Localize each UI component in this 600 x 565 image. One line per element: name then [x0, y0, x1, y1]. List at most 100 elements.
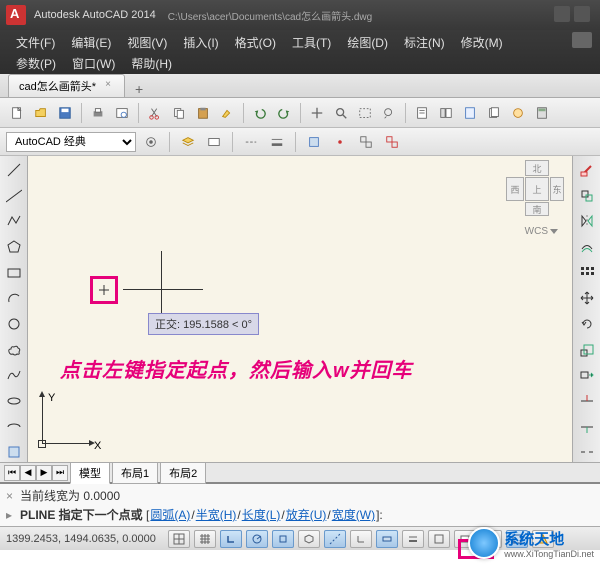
new-tab-icon[interactable]: +	[131, 81, 147, 97]
search-icon[interactable]	[554, 6, 570, 22]
cmd-opt-halfwidth[interactable]: 半宽(H)	[196, 508, 237, 522]
dyn-toggle[interactable]	[376, 530, 398, 548]
lineweight-icon[interactable]	[266, 131, 288, 153]
menu-help[interactable]: 帮助(H)	[123, 53, 180, 74]
ungroup-icon[interactable]	[381, 131, 403, 153]
scale-icon[interactable]	[577, 340, 597, 360]
help-icon[interactable]	[574, 6, 590, 22]
block-icon[interactable]	[303, 131, 325, 153]
tab-last-icon[interactable]: ⏭	[52, 465, 68, 481]
tab-next-icon[interactable]: ▶	[36, 465, 52, 481]
osnap-toggle[interactable]	[272, 530, 294, 548]
viewcube-north[interactable]: 北	[525, 160, 549, 176]
move-icon[interactable]	[577, 288, 597, 308]
ellipse-icon[interactable]	[4, 391, 24, 411]
linetype-icon[interactable]	[240, 131, 262, 153]
pan-icon[interactable]	[306, 102, 328, 124]
stretch-icon[interactable]	[577, 365, 597, 385]
spline-icon[interactable]	[4, 365, 24, 385]
drawing-canvas[interactable]: 上 西 东 北 南 WCS 正交: 195.1588 < 0° 点击左键指定起点…	[28, 156, 572, 462]
menu-modify[interactable]: 修改(M)	[453, 32, 511, 53]
menu-file[interactable]: 文件(F)	[8, 32, 63, 53]
minimize-ribbon-icon[interactable]	[572, 32, 592, 48]
insert-block-icon[interactable]	[4, 442, 24, 462]
3dosnap-toggle[interactable]	[298, 530, 320, 548]
workspace-settings-icon[interactable]	[140, 131, 162, 153]
sheet-set-icon[interactable]	[483, 102, 505, 124]
markup-icon[interactable]	[507, 102, 529, 124]
design-center-icon[interactable]	[435, 102, 457, 124]
menu-format[interactable]: 格式(O)	[227, 32, 284, 53]
menu-edit[interactable]: 编辑(E)	[63, 32, 119, 53]
extend-icon[interactable]	[577, 417, 597, 437]
file-tab[interactable]: cad怎么画箭头* ×	[8, 74, 125, 97]
otrack-toggle[interactable]	[324, 530, 346, 548]
revcloud-icon[interactable]	[4, 340, 24, 360]
tpy-toggle[interactable]	[428, 530, 450, 548]
cmd-opt-length[interactable]: 长度(L)	[242, 508, 281, 522]
array-icon[interactable]	[577, 263, 597, 283]
grid-toggle[interactable]	[194, 530, 216, 548]
arc-icon[interactable]	[4, 288, 24, 308]
match-props-icon[interactable]	[216, 102, 238, 124]
viewcube-south[interactable]: 南	[525, 202, 549, 216]
group-icon[interactable]	[355, 131, 377, 153]
point-style-icon[interactable]	[329, 131, 351, 153]
menu-tools[interactable]: 工具(T)	[284, 32, 339, 53]
command-line[interactable]: × 当前线宽为 0.0000 ▸ PLINE 指定下一个点或 [圆弧(A)/半宽…	[0, 482, 600, 526]
line-icon[interactable]	[4, 160, 24, 180]
tab-layout1[interactable]: 布局1	[112, 462, 158, 484]
zoom-window-icon[interactable]	[354, 102, 376, 124]
undo-icon[interactable]	[249, 102, 271, 124]
ducs-toggle[interactable]	[350, 530, 372, 548]
zoom-previous-icon[interactable]	[378, 102, 400, 124]
rectangle-icon[interactable]	[4, 263, 24, 283]
cmd-expand-icon[interactable]: ×	[6, 489, 20, 503]
layer-icon[interactable]	[177, 131, 199, 153]
tab-prev-icon[interactable]: ◀	[20, 465, 36, 481]
copy-icon[interactable]	[168, 102, 190, 124]
xline-icon[interactable]	[4, 186, 24, 206]
workspace-select[interactable]: AutoCAD 经典	[6, 132, 136, 152]
snap-toggle[interactable]	[168, 530, 190, 548]
zoom-icon[interactable]	[330, 102, 352, 124]
cut-icon[interactable]	[144, 102, 166, 124]
plot-preview-icon[interactable]	[111, 102, 133, 124]
menu-parametric[interactable]: 参数(P)	[8, 53, 64, 74]
redo-icon[interactable]	[273, 102, 295, 124]
tab-layout2[interactable]: 布局2	[160, 462, 206, 484]
lwt-toggle[interactable]	[402, 530, 424, 548]
ellipse-arc-icon[interactable]	[4, 417, 24, 437]
wcs-indicator[interactable]: WCS	[525, 226, 558, 237]
menu-dimension[interactable]: 标注(N)	[396, 32, 453, 53]
break-icon[interactable]	[577, 442, 597, 462]
tab-model[interactable]: 模型	[70, 462, 110, 484]
tab-first-icon[interactable]: ⏮	[4, 465, 20, 481]
coordinates[interactable]: 1399.2453, 1494.0635, 0.0000	[6, 533, 156, 545]
cmd-opt-width[interactable]: 宽度(W)	[332, 508, 375, 522]
polar-toggle[interactable]	[246, 530, 268, 548]
ortho-toggle[interactable]	[220, 530, 242, 548]
menu-insert[interactable]: 插入(I)	[175, 32, 226, 53]
menu-draw[interactable]: 绘图(D)	[339, 32, 396, 53]
print-icon[interactable]	[87, 102, 109, 124]
cmd-opt-arc[interactable]: 圆弧(A)	[150, 508, 190, 522]
viewcube-east[interactable]: 东	[550, 177, 564, 201]
new-icon[interactable]	[6, 102, 28, 124]
polygon-icon[interactable]	[4, 237, 24, 257]
polyline-icon[interactable]	[4, 211, 24, 231]
layer-props-icon[interactable]	[203, 131, 225, 153]
properties-icon[interactable]	[411, 102, 433, 124]
calc-icon[interactable]	[531, 102, 553, 124]
offset-icon[interactable]	[577, 237, 597, 257]
mirror-icon[interactable]	[577, 211, 597, 231]
trim-icon[interactable]	[577, 391, 597, 411]
tool-palettes-icon[interactable]	[459, 102, 481, 124]
save-icon[interactable]	[54, 102, 76, 124]
menu-window[interactable]: 窗口(W)	[64, 53, 123, 74]
viewcube[interactable]: 上 西 东 北 南	[512, 164, 562, 214]
viewcube-top[interactable]: 上	[525, 177, 549, 201]
close-icon[interactable]: ×	[102, 80, 114, 92]
cmd-opt-undo[interactable]: 放弃(U)	[286, 508, 327, 522]
circle-icon[interactable]	[4, 314, 24, 334]
